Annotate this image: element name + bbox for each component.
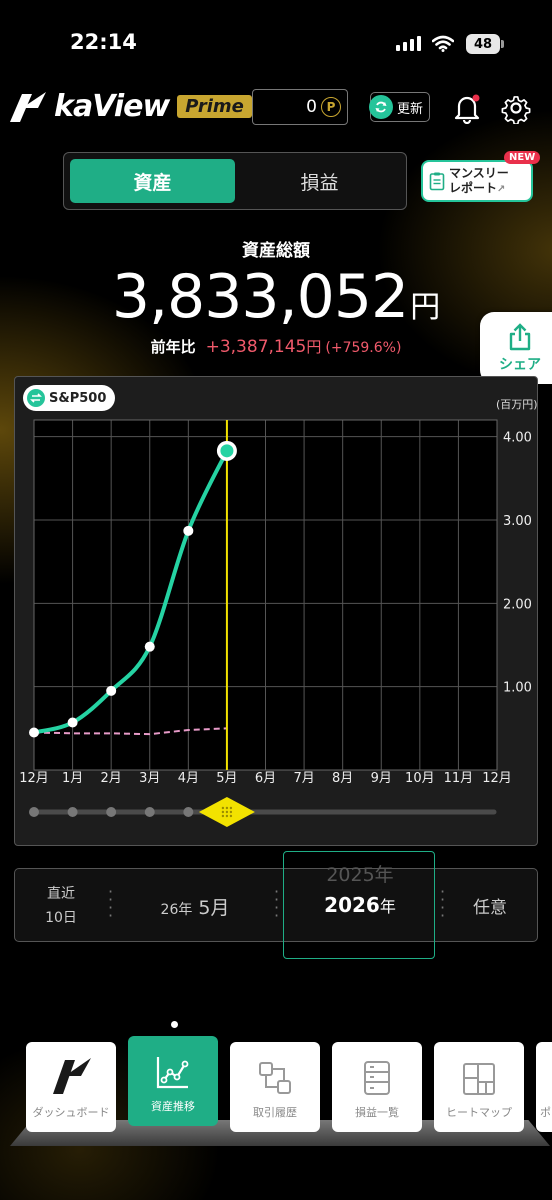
- timeline-handle-grip: [225, 806, 229, 810]
- nav-portfolio-label: ポ: [540, 1106, 551, 1119]
- x-tick-label: 4月: [178, 771, 199, 786]
- divider-dots: · · · ·: [108, 882, 114, 925]
- timeline-handle-grip: [221, 814, 225, 818]
- asset-point: [29, 727, 39, 738]
- nav-heatmap-label: ヒートマップ: [446, 1106, 512, 1119]
- benchmark-switch-icon: [27, 389, 45, 407]
- heatmap-icon: [463, 1063, 495, 1095]
- nav-dashboard[interactable]: ダッシュボード: [26, 1042, 116, 1132]
- x-tick-label: 7月: [293, 771, 314, 786]
- x-tick-label: 5月: [216, 771, 237, 786]
- page-indicator: [171, 1021, 178, 1028]
- asset-trend-icon: [156, 1057, 189, 1089]
- asset-point: [183, 525, 194, 536]
- benchmark-badge[interactable]: S&P500: [23, 385, 116, 411]
- pnl-list-icon: [364, 1061, 390, 1095]
- asset-point-current: [220, 444, 234, 458]
- y-tick-label: 2.00: [503, 597, 532, 612]
- timeline-handle-grip: [229, 810, 233, 814]
- nav-pnl-list-label: 損益一覧: [355, 1106, 399, 1119]
- x-tick-label: 12月: [19, 771, 49, 786]
- asset-point: [67, 717, 78, 728]
- x-tick-label: 8月: [332, 771, 353, 786]
- timeline-handle-grip: [225, 814, 229, 818]
- y-tick-label: 1.00: [503, 681, 532, 696]
- x-tick-label: 3月: [139, 771, 160, 786]
- timeline-handle-grip: [225, 810, 229, 814]
- period-custom[interactable]: 任意: [460, 893, 520, 918]
- x-tick-label: 9月: [371, 771, 392, 786]
- timeline-dot: [106, 807, 117, 817]
- nav-asset-trend[interactable]: 資産推移: [128, 1036, 218, 1126]
- nav-portfolio[interactable]: ポ: [536, 1042, 552, 1132]
- period-month[interactable]: 26年 5月: [130, 893, 260, 920]
- asset-point: [106, 685, 117, 696]
- asset-point: [144, 641, 155, 652]
- timeline-dot: [183, 807, 194, 817]
- asset-chart: 1.00 2.00 3.00 4.00 12月 1月 2月 3月 4月 5月 6月 7月 8月 9月 10月…: [19, 419, 532, 827]
- x-tick-label: 11月: [444, 771, 474, 786]
- divider-dots: · · · ·: [440, 882, 446, 925]
- timeline-handle-grip: [229, 806, 233, 810]
- x-tick-label: 6月: [255, 771, 276, 786]
- nav-dashboard-label: ダッシュボード: [32, 1106, 110, 1119]
- divider-dots: · · · ·: [274, 882, 280, 925]
- month-year: 26年: [160, 902, 193, 918]
- nav-asset-trend-label: 資産推移: [151, 1100, 195, 1113]
- timeline-handle-grip: [221, 810, 225, 814]
- timeline-dot: [29, 807, 39, 817]
- timeline-dot: [67, 807, 78, 817]
- y-tick-label: 3.00: [503, 514, 532, 529]
- x-tick-label: 12月: [482, 771, 512, 786]
- timeline-dot: [144, 807, 155, 817]
- trade-history-icon: [259, 1062, 291, 1094]
- y-tick-label: 4.00: [503, 431, 532, 446]
- x-tick-label: 2月: [101, 771, 122, 786]
- year-picker-highlight: [283, 851, 435, 959]
- nav-trade-history[interactable]: 取引履歴: [230, 1042, 320, 1132]
- x-tick-label: 10月: [405, 771, 435, 786]
- nav-heatmap[interactable]: ヒートマップ: [434, 1042, 524, 1132]
- nav-pnl-list[interactable]: 損益一覧: [332, 1042, 422, 1132]
- period-recent-10days[interactable]: 直近 10日: [30, 882, 92, 930]
- timeline-handle-grip: [221, 806, 225, 810]
- recent-line1: 直近: [47, 886, 75, 902]
- x-tick-label: 1月: [62, 771, 83, 786]
- dashboard-icon: [53, 1058, 91, 1094]
- y-axis-unit: (百万円): [496, 398, 538, 411]
- benchmark-label: S&P500: [49, 390, 107, 406]
- recent-line2: 10日: [45, 910, 77, 926]
- nav-trade-history-label: 取引履歴: [253, 1106, 297, 1119]
- month-value: 5月: [198, 897, 230, 919]
- timeline-handle-grip: [229, 814, 233, 818]
